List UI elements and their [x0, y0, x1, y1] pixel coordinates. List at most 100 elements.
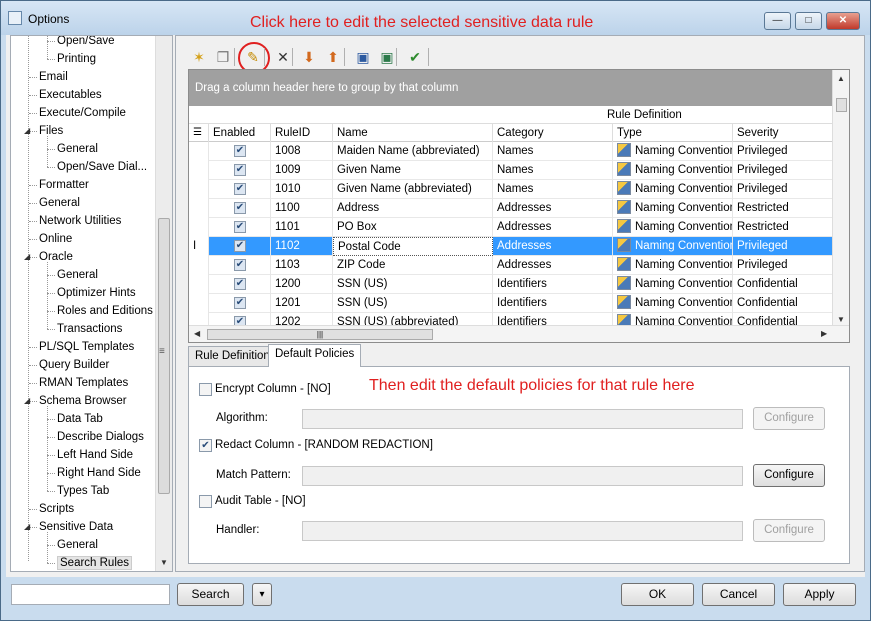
enabled-checkbox[interactable]: ✔	[234, 183, 246, 195]
tree-item[interactable]: Oracle	[39, 248, 73, 266]
name-cell[interactable]: PO Box	[333, 218, 493, 237]
grid-horizontal-scrollbar[interactable]: ◀ ||| ▶	[189, 325, 849, 342]
type-cell[interactable]: Naming Convention	[613, 218, 733, 237]
type-cell[interactable]: Naming Convention	[613, 237, 733, 256]
group-by-area[interactable]: Drag a column header here to group by th…	[189, 70, 833, 106]
category-cell[interactable]: Names	[493, 142, 613, 161]
id-cell[interactable]: 1102	[271, 237, 333, 256]
tree-item[interactable]: Open/Save	[57, 36, 115, 50]
id-cell[interactable]: 1009	[271, 161, 333, 180]
tree-item[interactable]: Describe Dialogs	[57, 428, 144, 446]
type-cell[interactable]: Naming Convention	[613, 161, 733, 180]
enabled-checkbox[interactable]: ✔	[234, 278, 246, 290]
tab-default-policies[interactable]: Default Policies	[268, 344, 362, 367]
import-icon[interactable]: ⬇	[298, 46, 320, 68]
new-icon[interactable]: ✶	[188, 46, 210, 68]
tree-item[interactable]: Executables	[39, 86, 102, 104]
column-header-category[interactable]: Category	[493, 124, 613, 142]
severity-cell[interactable]: Privileged	[733, 180, 833, 199]
scroll-right-arrow-icon[interactable]: ▶	[821, 329, 827, 338]
category-cell[interactable]: Addresses	[493, 218, 613, 237]
tree-item[interactable]: General	[57, 536, 98, 554]
enabled-checkbox[interactable]: ✔	[234, 202, 246, 214]
severity-cell[interactable]: Privileged	[733, 142, 833, 161]
search-button[interactable]: Search	[177, 583, 244, 606]
tree-item[interactable]: General	[57, 140, 98, 158]
table-row[interactable]: ✔ 1201 SSN (US) Identifiers Naming Conventio…	[189, 294, 833, 313]
tree-item[interactable]: General	[39, 194, 80, 212]
enabled-cell[interactable]: ✔	[209, 142, 271, 161]
grid-vscroll-thumb[interactable]	[836, 98, 847, 112]
tree-item[interactable]: Schema Browser	[39, 392, 127, 410]
table-row[interactable]: I ✔ 1102 Postal Code Addresses Naming Convent…	[189, 237, 833, 256]
tree-item[interactable]: Right Hand Side	[57, 464, 141, 482]
cancel-button[interactable]: Cancel	[702, 583, 775, 606]
type-cell[interactable]: Naming Convention	[613, 142, 733, 161]
tree-expanded-arrow-icon[interactable]: ◢	[24, 522, 30, 531]
apply-check-icon[interactable]: ✔	[404, 46, 426, 68]
row-indicator[interactable]	[189, 199, 209, 218]
id-cell[interactable]: 1010	[271, 180, 333, 199]
tree-item[interactable]: Network Utilities	[39, 212, 121, 230]
tree-item[interactable]: Transactions	[57, 320, 122, 338]
severity-cell[interactable]: Confidential	[733, 294, 833, 313]
tree-item[interactable]: Email	[39, 68, 68, 86]
audit-table-checkbox[interactable]	[199, 495, 212, 508]
tree-item[interactable]: Sensitive Data	[39, 518, 113, 536]
id-cell[interactable]: 1201	[271, 294, 333, 313]
scroll-down-arrow-icon[interactable]: ▼	[837, 315, 845, 324]
id-cell[interactable]: 1008	[271, 142, 333, 161]
tree-item[interactable]: RMAN Templates	[39, 374, 128, 392]
row-indicator[interactable]	[189, 161, 209, 180]
copy-icon[interactable]: ❐	[212, 46, 234, 68]
edit-pencil-icon[interactable]: ✎	[242, 46, 264, 68]
match-pattern-configure-button[interactable]: Configure	[753, 464, 825, 487]
tree-item[interactable]: PL/SQL Templates	[39, 338, 134, 356]
save-icon[interactable]: ▣	[352, 46, 374, 68]
close-button[interactable]: ✕	[826, 12, 860, 30]
maximize-button[interactable]: □	[795, 12, 822, 30]
tree-scrollbar[interactable]: ≡ ▼	[155, 36, 172, 571]
table-row[interactable]: ✔ 1101 PO Box Addresses Naming Convention Res…	[189, 218, 833, 237]
tree-item[interactable]: Types Tab	[57, 482, 109, 500]
minimize-button[interactable]: —	[764, 12, 791, 30]
tree-item[interactable]: Open/Save Dial...	[57, 158, 147, 176]
id-cell[interactable]: 1100	[271, 199, 333, 218]
type-cell[interactable]: Naming Convention	[613, 199, 733, 218]
column-header-enabled[interactable]: Enabled	[209, 124, 271, 142]
redact-column-checkbox[interactable]: ✔	[199, 439, 212, 452]
scroll-up-arrow-icon[interactable]: ▲	[837, 74, 845, 83]
name-cell[interactable]: SSN (US)	[333, 294, 493, 313]
tree-item[interactable]: Printing	[57, 50, 96, 68]
severity-cell[interactable]: Privileged	[733, 161, 833, 180]
enabled-checkbox[interactable]: ✔	[234, 297, 246, 309]
tree-item[interactable]: General	[57, 266, 98, 284]
tree-item[interactable]: Query Builder	[39, 356, 109, 374]
id-cell[interactable]: 1103	[271, 256, 333, 275]
row-indicator[interactable]	[189, 294, 209, 313]
tree-expanded-arrow-icon[interactable]: ◢	[24, 396, 30, 405]
name-cell[interactable]: Given Name (abbreviated)	[333, 180, 493, 199]
tree-item[interactable]: Files	[39, 122, 63, 140]
export-icon[interactable]: ⬆	[322, 46, 344, 68]
id-cell[interactable]: 1200	[271, 275, 333, 294]
row-indicator[interactable]	[189, 256, 209, 275]
column-header-id[interactable]: RuleID	[271, 124, 333, 142]
tree-item[interactable]: Online	[39, 230, 72, 248]
severity-cell[interactable]: Restricted	[733, 199, 833, 218]
tab-rule-definition[interactable]: Rule Definition	[188, 346, 277, 367]
ok-button[interactable]: OK	[621, 583, 694, 606]
category-cell[interactable]: Names	[493, 161, 613, 180]
category-cell[interactable]: Addresses	[493, 256, 613, 275]
tree-expanded-arrow-icon[interactable]: ◢	[24, 126, 30, 135]
enabled-cell[interactable]: ✔	[209, 294, 271, 313]
name-cell[interactable]: SSN (US)	[333, 275, 493, 294]
table-row[interactable]: ✔ 1009 Given Name Names Naming Convention Pri…	[189, 161, 833, 180]
enabled-cell[interactable]: ✔	[209, 161, 271, 180]
tree-item[interactable]: Left Hand Side	[57, 446, 133, 464]
row-indicator[interactable]	[189, 218, 209, 237]
table-row[interactable]: ✔ 1010 Given Name (abbreviated) Names Naming…	[189, 180, 833, 199]
encrypt-column-checkbox[interactable]	[199, 383, 212, 396]
row-indicator[interactable]: I	[189, 237, 209, 256]
tree-item[interactable]: Scripts	[39, 500, 74, 518]
